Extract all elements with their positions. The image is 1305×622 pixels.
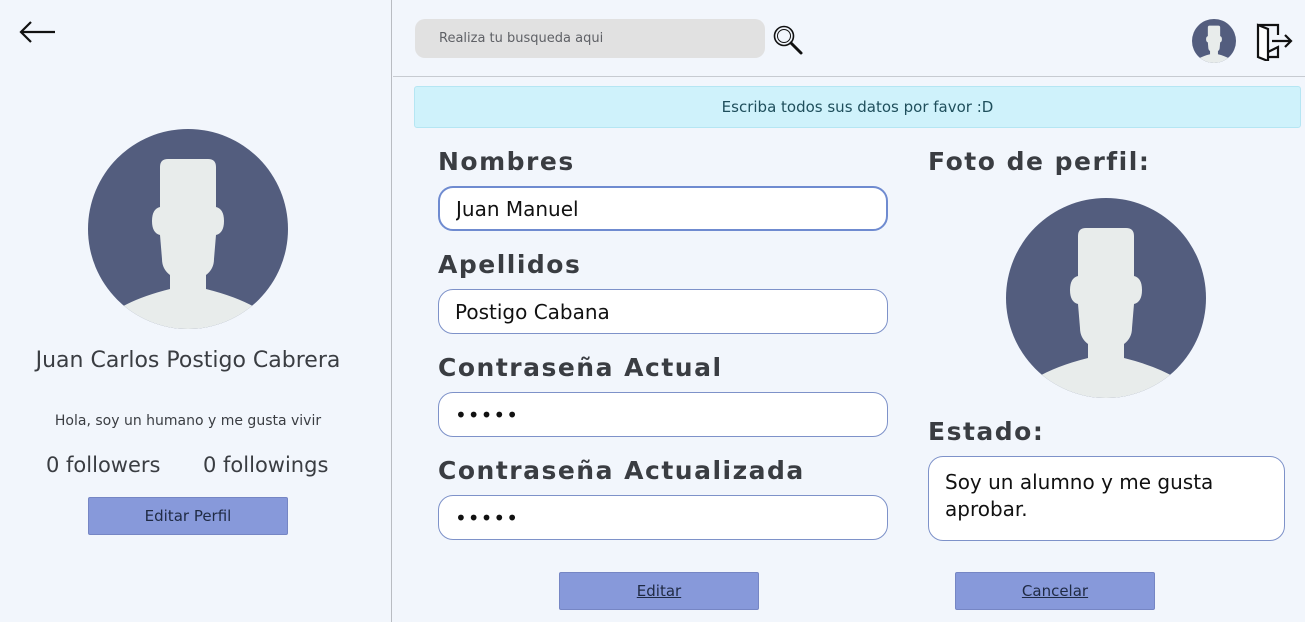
- top-bar: [393, 0, 1305, 77]
- password-actual-field[interactable]: [438, 392, 888, 437]
- edit-profile-button[interactable]: Editar Perfil: [88, 497, 288, 535]
- info-alert-text: Escriba todos sus datos por favor :D: [721, 98, 994, 116]
- search-icon[interactable]: [772, 24, 804, 56]
- followings-count[interactable]: 0 followings: [203, 453, 328, 477]
- estado-label: Estado:: [928, 417, 1045, 446]
- cancelar-button[interactable]: Cancelar: [955, 572, 1155, 610]
- info-alert: Escriba todos sus datos por favor :D: [414, 86, 1301, 128]
- estado-textarea[interactable]: Soy un alumno y me gusta aprobar.: [928, 456, 1285, 541]
- password-nueva-label: Contraseña Actualizada: [438, 456, 805, 485]
- profile-picture[interactable]: [1006, 198, 1206, 398]
- apellidos-label: Apellidos: [438, 250, 582, 279]
- avatar-icon[interactable]: [1192, 19, 1236, 63]
- nombres-field[interactable]: [438, 186, 888, 231]
- editar-button[interactable]: Editar: [559, 572, 759, 610]
- followers-count[interactable]: 0 followers: [46, 453, 160, 477]
- password-actual-label: Contraseña Actual: [438, 353, 723, 382]
- logout-icon[interactable]: [1256, 21, 1294, 61]
- user-bio: Hola, soy un humano y me gusta vivir: [54, 413, 322, 429]
- user-avatar-large: [88, 129, 288, 329]
- password-nueva-field[interactable]: [438, 495, 888, 540]
- apellidos-field[interactable]: [438, 289, 888, 334]
- profile-sidebar: Juan Carlos Postigo Cabrera Hola, soy un…: [0, 0, 392, 622]
- nombres-label: Nombres: [438, 147, 575, 176]
- arrow-left-icon[interactable]: [18, 18, 58, 46]
- user-name: Juan Carlos Postigo Cabrera: [35, 348, 341, 373]
- foto-perfil-label: Foto de perfil:: [928, 147, 1151, 176]
- search-input[interactable]: [415, 19, 765, 58]
